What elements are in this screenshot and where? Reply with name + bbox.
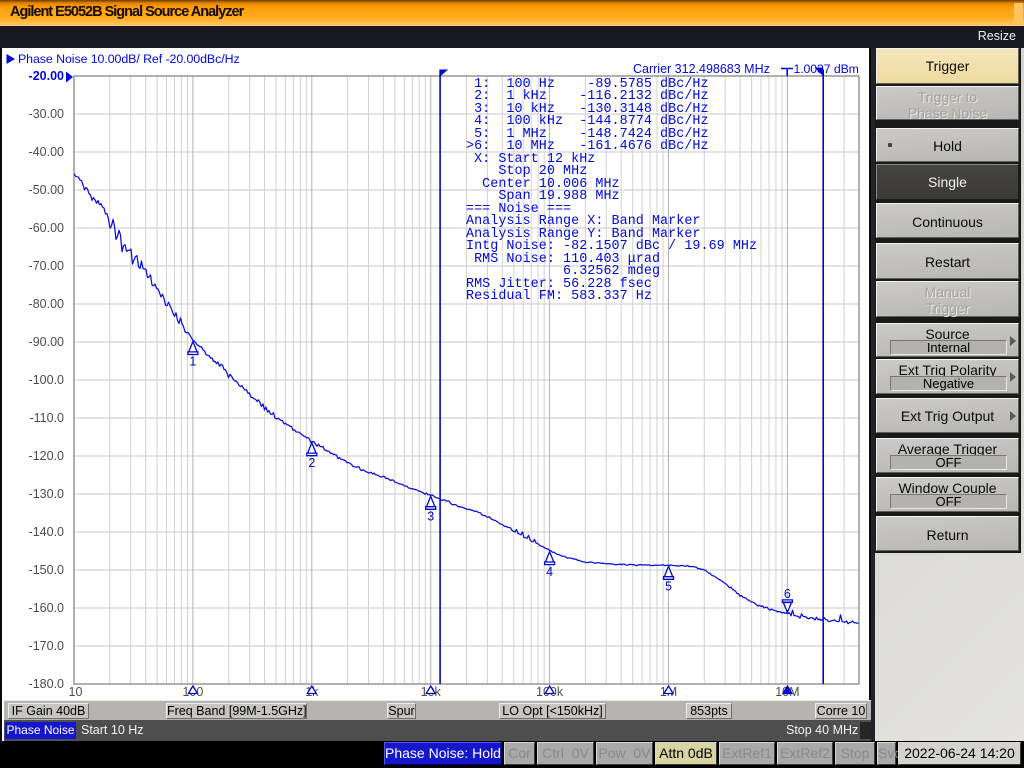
svg-text:100k: 100k [536, 685, 564, 699]
svg-text:1: 1 [189, 355, 196, 369]
svg-text:1k: 1k [305, 685, 319, 699]
svg-text:5: 5 [665, 580, 672, 594]
svg-text:4: 4 [546, 565, 553, 579]
svg-text:2: 2 [308, 456, 315, 470]
svg-text:6: 6 [784, 587, 791, 601]
svg-text:3: 3 [427, 510, 434, 524]
svg-text:10: 10 [69, 685, 83, 699]
svg-text:10M: 10M [775, 685, 799, 699]
svg-text:1M: 1M [660, 685, 677, 699]
svg-text:100: 100 [182, 685, 203, 699]
svg-text:10k: 10k [421, 685, 442, 699]
